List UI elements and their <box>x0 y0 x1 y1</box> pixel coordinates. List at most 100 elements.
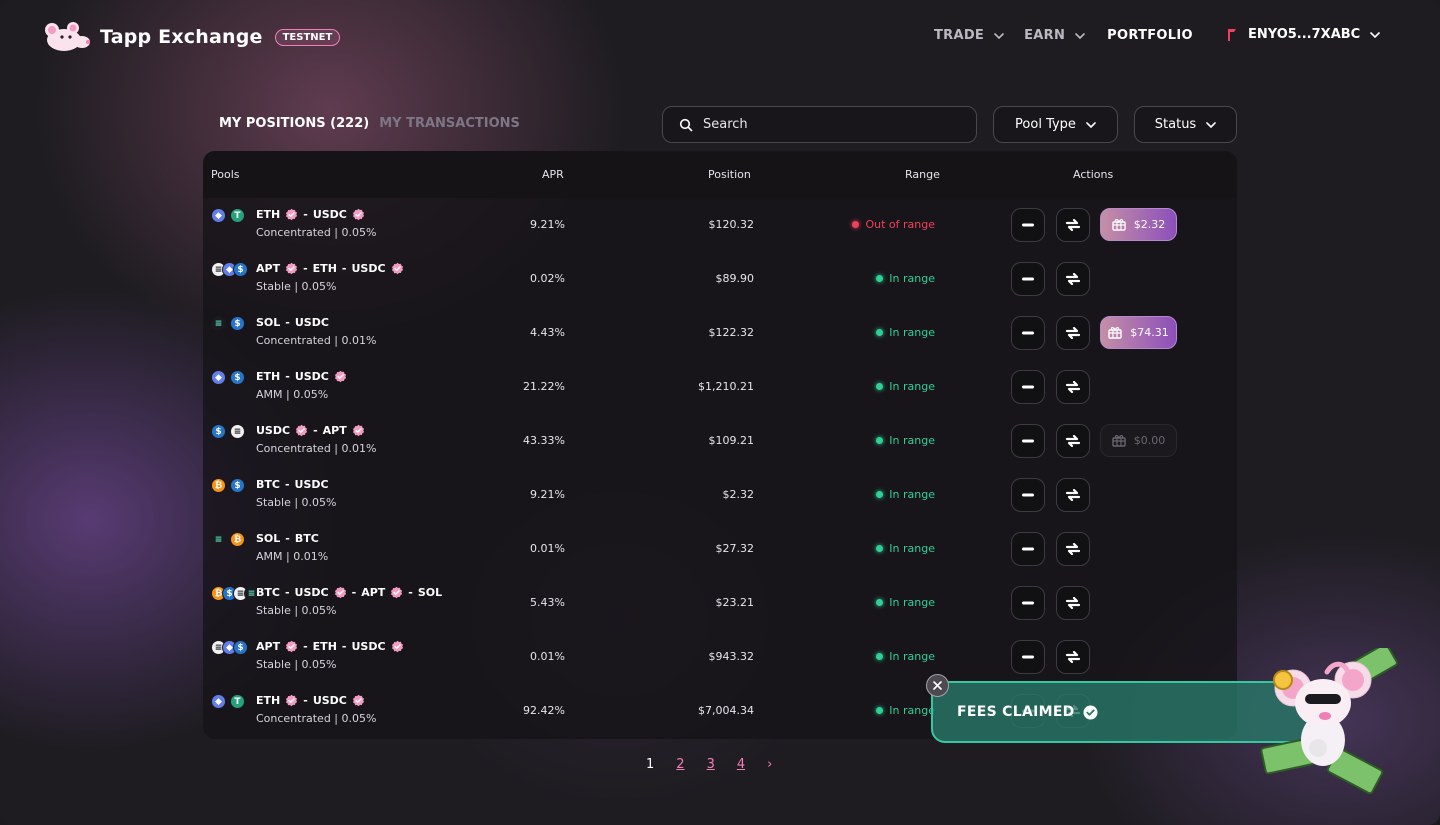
remove-liquidity-button[interactable] <box>1011 640 1045 674</box>
status-dropdown[interactable]: Status <box>1134 106 1237 143</box>
positions-table: Pools APR Position Range Actions ◆ T ETH - U… <box>203 151 1237 739</box>
range-status: In range <box>876 434 935 447</box>
range-status: In range <box>876 596 935 609</box>
pool-token-symbol: SOL <box>256 316 281 329</box>
minus-icon <box>1022 655 1034 659</box>
pair-separator: - <box>303 208 308 221</box>
pool-pair: ETH - USDC <box>256 208 365 221</box>
swap-arrows-icon <box>1065 381 1081 393</box>
swap-arrows-icon <box>1065 543 1081 555</box>
eth-token-icon: ◆ <box>211 208 226 223</box>
status-dot-icon <box>876 599 884 606</box>
claim-fees-button[interactable]: $0.00 <box>1100 424 1177 457</box>
brand-logo[interactable]: Tapp Exchange TESTNET <box>40 20 341 54</box>
usdc-token-icon: $ <box>230 478 245 493</box>
claim-amount: $2.32 <box>1133 218 1166 231</box>
page-4[interactable]: 4 <box>737 757 745 772</box>
claim-fees-button[interactable]: $74.31 <box>1100 316 1177 349</box>
pair-separator: - <box>285 316 290 329</box>
rebalance-button[interactable] <box>1056 478 1090 512</box>
next-page-button[interactable]: › <box>767 757 772 772</box>
claim-fees-button[interactable]: $2.32 <box>1100 208 1177 241</box>
tab-my-positions[interactable]: MY POSITIONS (222) <box>219 116 369 131</box>
chevron-down-icon <box>1370 31 1381 38</box>
position-value: $943.32 <box>708 650 755 663</box>
sol-token-icon: ≡ <box>211 532 226 547</box>
pool-pair: BTC - USDC <box>256 478 329 491</box>
verified-badge-icon <box>352 424 364 437</box>
table-row[interactable]: ≡ ◆ $ APT - ETH - USDC Stable | 0.05% 0.01% $943.3… <box>203 630 1237 684</box>
rebalance-button[interactable] <box>1056 640 1090 674</box>
pool-pair: APT - ETH - USDC <box>256 262 404 275</box>
top-nav: TRADE EARN PORTFOLIO <box>934 28 1193 43</box>
check-circle-icon <box>1083 705 1098 719</box>
remove-liquidity-button[interactable] <box>1011 370 1045 404</box>
table-row[interactable]: $ ≡ USDC - APT Concentrated | 0.01% 43.33% $109… <box>203 414 1237 468</box>
range-status: In range <box>876 650 935 663</box>
remove-liquidity-button[interactable] <box>1011 532 1045 566</box>
portfolio-tabs: MY POSITIONS (222) MY TRANSACTIONS <box>219 116 520 131</box>
position-value: $7,004.34 <box>698 704 754 717</box>
pair-separator: - <box>341 640 347 653</box>
rebalance-button[interactable] <box>1056 532 1090 566</box>
remove-liquidity-button[interactable] <box>1011 316 1045 350</box>
toast-message: FEES CLAIMED <box>957 704 1075 720</box>
page-2[interactable]: 2 <box>676 757 684 772</box>
claim-amount: $74.31 <box>1130 326 1169 339</box>
usdc-token-icon: $ <box>211 424 226 439</box>
sol-token-icon: ≡ <box>211 316 226 331</box>
range-status: In range <box>876 488 935 501</box>
range-label: In range <box>889 434 935 447</box>
page-3[interactable]: 3 <box>707 757 715 772</box>
pair-separator: - <box>351 586 357 599</box>
table-row[interactable]: ≡ ◆ $ APT - ETH - USDC Stable | 0.05% 0.02% $89.90… <box>203 252 1237 306</box>
range-status: Out of range <box>852 218 935 231</box>
usdc-token-icon: $ <box>233 640 248 655</box>
apr-value: 21.22% <box>523 380 565 393</box>
remove-liquidity-button[interactable] <box>1011 208 1045 242</box>
nav-earn[interactable]: EARN <box>1024 28 1085 43</box>
remove-liquidity-button[interactable] <box>1011 262 1045 296</box>
remove-liquidity-button[interactable] <box>1011 478 1045 512</box>
table-row[interactable]: ◆ $ ETH - USDC AMM | 0.05% 21.22% $1,210.21 In r… <box>203 360 1237 414</box>
page-1[interactable]: 1 <box>646 757 654 772</box>
pool-token-symbol: USDC <box>294 316 329 329</box>
pool-type-dropdown[interactable]: Pool Type <box>993 106 1118 143</box>
pair-separator: - <box>284 478 290 491</box>
tab-my-transactions[interactable]: MY TRANSACTIONS <box>379 116 520 131</box>
rebalance-button[interactable] <box>1056 586 1090 620</box>
gift-icon <box>1112 219 1126 231</box>
toast-close-button[interactable] <box>926 674 949 697</box>
pool-token-symbol: ETH <box>256 370 281 383</box>
pool-token-symbol: USDC <box>312 694 347 707</box>
search-box[interactable] <box>662 106 977 143</box>
wallet-button[interactable]: ENYO5...7XABC <box>1226 27 1381 42</box>
pool-pair: SOL - BTC <box>256 532 319 545</box>
table-row[interactable]: ₿ $ BTC - USDC Stable | 0.05% 9.21% $2.32 In ran… <box>203 468 1237 522</box>
pool-token-symbol: USDC <box>351 640 386 653</box>
rebalance-button[interactable] <box>1056 370 1090 404</box>
pool-type-fee: Concentrated | 0.05% <box>256 712 377 725</box>
search-icon <box>679 118 693 131</box>
pair-separator: - <box>303 694 308 707</box>
search-input[interactable] <box>703 117 943 132</box>
verified-badge-icon <box>295 424 308 437</box>
pagination: 1 2 3 4 › <box>646 757 772 772</box>
rebalance-button[interactable] <box>1056 316 1090 350</box>
remove-liquidity-button[interactable] <box>1011 586 1045 620</box>
table-row[interactable]: ◆ T ETH - USDC Concentrated | 0.05% 9.21% $120.… <box>203 198 1237 252</box>
table-row[interactable]: ₿ $ ≡ ≡ BTC - USDC - APT - SOL Stable | 0.05% 5.43% $… <box>203 576 1237 630</box>
table-row[interactable]: ≡ $ SOL - USDC Concentrated | 0.01% 4.43% $122.… <box>203 306 1237 360</box>
verified-badge-icon <box>352 208 364 221</box>
remove-liquidity-button[interactable] <box>1011 424 1045 458</box>
rebalance-button[interactable] <box>1056 208 1090 242</box>
rebalance-button[interactable] <box>1056 262 1090 296</box>
nav-portfolio[interactable]: PORTFOLIO <box>1107 28 1193 43</box>
rebalance-button[interactable] <box>1056 424 1090 458</box>
pool-token-icons: ◆ $ <box>211 370 245 385</box>
nav-trade[interactable]: TRADE <box>934 28 1004 43</box>
swap-arrows-icon <box>1065 219 1081 231</box>
range-label: In range <box>889 596 935 609</box>
minus-icon <box>1022 493 1034 497</box>
table-row[interactable]: ≡ ₿ SOL - BTC AMM | 0.01% 0.01% $27.32 In range <box>203 522 1237 576</box>
